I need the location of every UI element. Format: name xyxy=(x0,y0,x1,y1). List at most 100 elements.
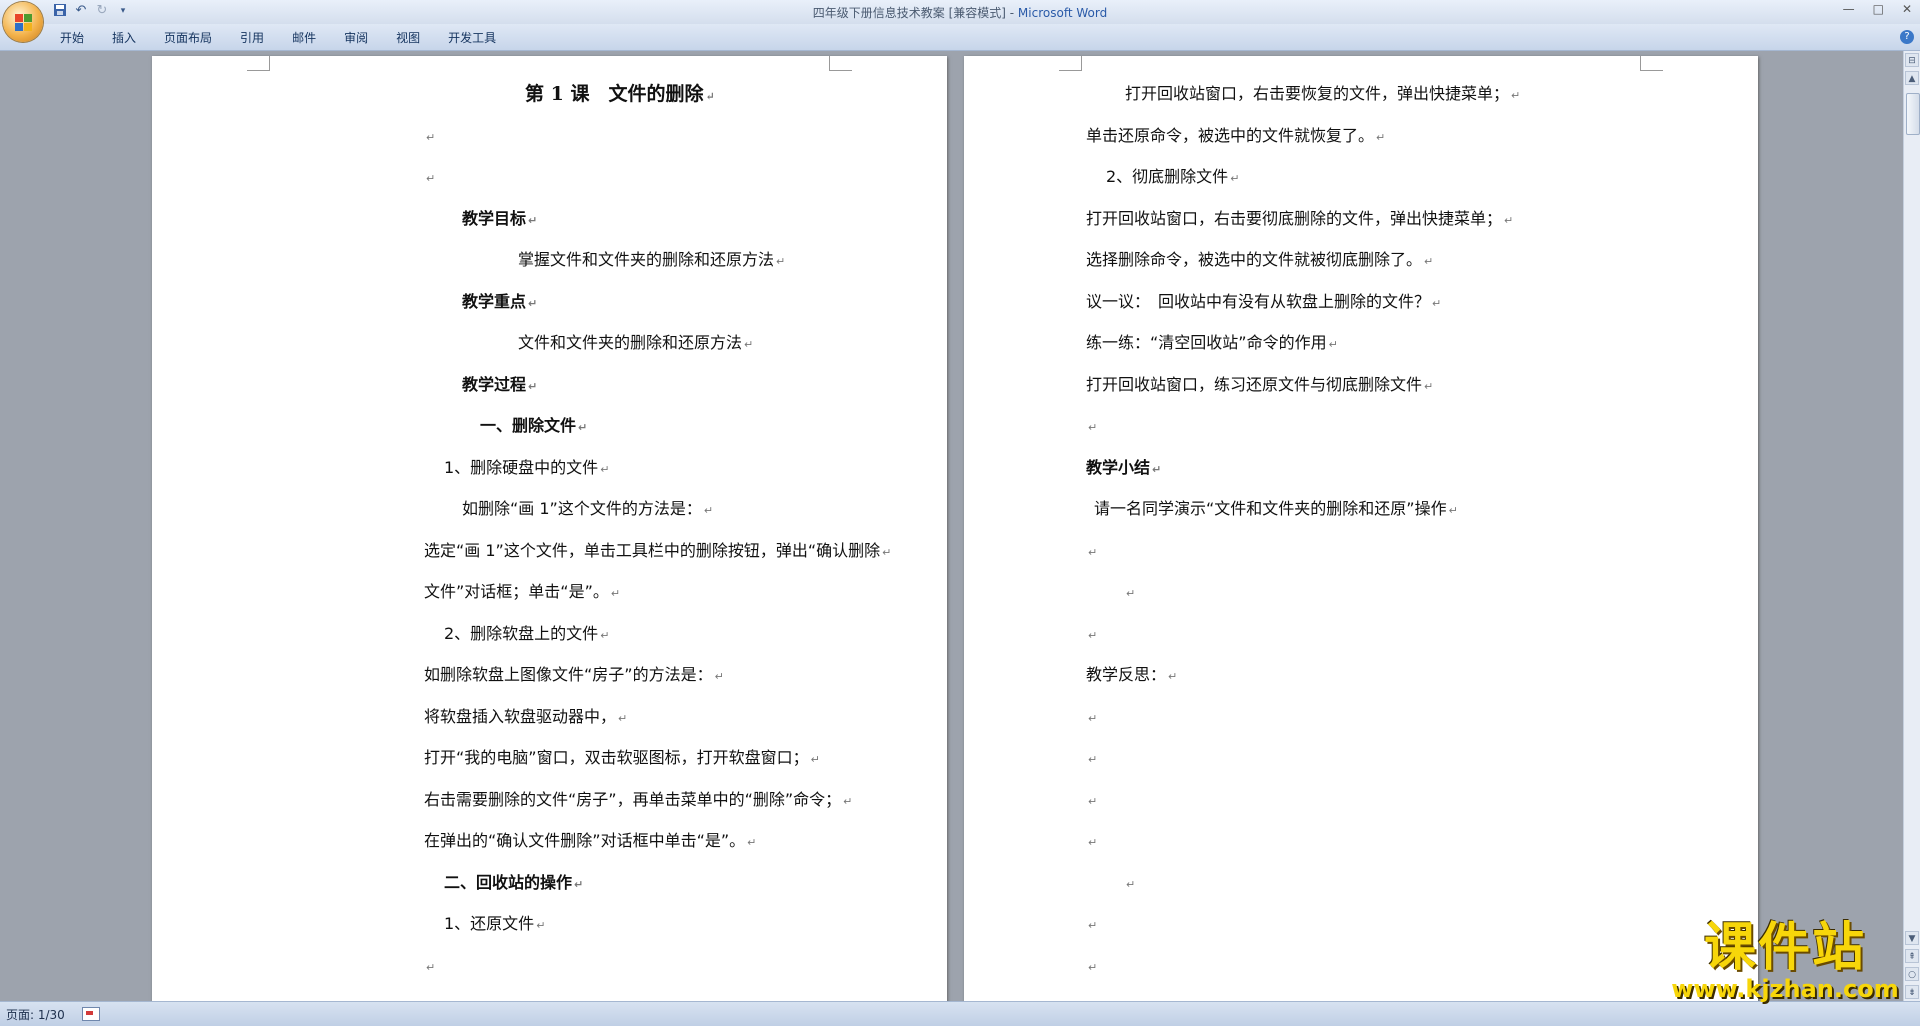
paragraph-mark-icon: ↵ xyxy=(882,545,892,559)
document-page-1[interactable]: 第 1 课 文件的删除 ↵ ↵ ↵ 教学目标 ↵ 掌握文件和文件夹的删除和还原方法 ↵ 教学重点… xyxy=(152,56,947,1016)
tab-view[interactable]: 视图 xyxy=(382,29,434,47)
paragraph-line[interactable]: 1、删除硬盘中的文件 ↵ xyxy=(444,457,609,481)
paragraph-line[interactable]: 打开“我的电脑”窗口，双击软驱图标，打开软盘窗口； ↵ xyxy=(424,747,820,771)
paragraph-line[interactable]: 打开回收站窗口，右击要恢复的文件，弹出快捷菜单； ↵ xyxy=(1125,83,1520,107)
paragraph-line[interactable]: ↵ xyxy=(424,955,435,979)
tab-review[interactable]: 审阅 xyxy=(330,29,382,47)
window-controls: — □ ✕ xyxy=(1843,2,1912,16)
margin-corner-mark xyxy=(1059,56,1082,71)
paragraph-text: 打开“我的电脑”窗口，双击软驱图标，打开软盘窗口； xyxy=(424,748,809,767)
paragraph-line[interactable]: ↵ xyxy=(1086,747,1097,771)
tab-references[interactable]: 引用 xyxy=(226,29,278,47)
paragraph-line[interactable]: 文件”对话框；单击“是”。 ↵ xyxy=(424,581,620,605)
ruler-toggle-icon[interactable]: ⊟ xyxy=(1905,53,1919,67)
paragraph-text: 打开回收站窗口，练习还原文件与彻底删除文件 xyxy=(1086,374,1423,394)
paragraph-line[interactable]: 选定“画 1”这个文件，单击工具栏中的删除按钮，弹出“确认删除 ↵ xyxy=(424,540,891,564)
paragraph-line[interactable]: 打开回收站窗口，练习还原文件与彻底删除文件 ↵ xyxy=(1086,374,1433,398)
paragraph-text: 教学反思： xyxy=(1086,665,1167,684)
paragraph-mark-icon: ↵ xyxy=(714,670,724,683)
paragraph-line[interactable]: ↵ xyxy=(1086,913,1097,937)
paragraph-mark-icon: ↵ xyxy=(810,753,820,766)
watermark-logo: 课件站 www.kjzhan.com xyxy=(1665,920,1905,1002)
paragraph-line[interactable]: ↵ xyxy=(1086,415,1097,439)
paragraph-line[interactable]: 教学目标 ↵ xyxy=(462,208,537,232)
paragraph-mark-icon: ↵ xyxy=(1328,338,1338,351)
paragraph-line[interactable]: 二、回收站的操作 ↵ xyxy=(444,872,583,896)
paragraph-text: 二、回收站的操作 xyxy=(444,872,573,892)
paragraph-text: 议一议： 回收站中有没有从软盘上删除的文件？ xyxy=(1086,291,1431,311)
scroll-down-icon[interactable]: ▼ xyxy=(1905,931,1919,945)
close-button[interactable]: ✕ xyxy=(1902,2,1912,16)
proofing-icon[interactable] xyxy=(82,1007,100,1021)
tab-page-layout[interactable]: 页面布局 xyxy=(150,29,226,47)
paragraph-line[interactable]: 将软盘插入软盘驱动器中， ↵ xyxy=(424,706,627,730)
paragraph-line[interactable]: 选择删除命令，被选中的文件就被彻底删除了。 ↵ xyxy=(1086,249,1433,273)
paragraph-line[interactable]: ↵ xyxy=(424,125,435,149)
help-icon[interactable]: ? xyxy=(1900,30,1914,44)
maximize-button[interactable]: □ xyxy=(1873,2,1884,16)
paragraph-line[interactable]: ↵ xyxy=(1124,872,1135,896)
paragraph-line[interactable]: 文件和文件夹的删除和还原方法 ↵ xyxy=(518,332,753,356)
page-count[interactable]: 页面: 1/30 xyxy=(6,1006,65,1023)
previous-page-icon[interactable]: ⇞ xyxy=(1905,949,1919,963)
paragraph-line[interactable]: 2、删除软盘上的文件 ↵ xyxy=(444,623,609,647)
paragraph-line[interactable]: 议一议： 回收站中有没有从软盘上删除的文件？ ↵ xyxy=(1086,291,1441,315)
paragraph-line[interactable]: 一、删除文件 ↵ xyxy=(480,415,587,439)
paragraph-mark-icon: ↵ xyxy=(426,172,436,185)
paragraph-text: 2、彻底删除文件 xyxy=(1106,167,1229,186)
paragraph-mark-icon: ↵ xyxy=(1088,628,1098,642)
document-page-2[interactable]: 打开回收站窗口，右击要恢复的文件，弹出快捷菜单； ↵ 单击还原命令，被选中的文件就恢… xyxy=(964,56,1758,1016)
paragraph-line[interactable]: ↵ xyxy=(1086,789,1097,813)
select-browse-object-icon[interactable]: ○ xyxy=(1905,967,1919,981)
tab-mailings[interactable]: 邮件 xyxy=(278,29,330,47)
paragraph-line[interactable]: 练一练：“清空回收站”命令的作用 ↵ xyxy=(1086,332,1338,356)
paragraph-line[interactable]: ↵ xyxy=(424,166,435,190)
paragraph-text: 打开回收站窗口，右击要彻底删除的文件，弹出快捷菜单； xyxy=(1086,208,1503,228)
paragraph-line[interactable]: ↵ xyxy=(1086,540,1097,564)
paragraph-line[interactable]: 1、还原文件 ↵ xyxy=(444,913,545,937)
paragraph-text: 右击需要删除的文件“房子”，再单击菜单中的“删除”命令； xyxy=(424,789,842,809)
paragraph-text: 如删除软盘上图像文件“房子”的方法是： xyxy=(424,665,713,684)
paragraph-line[interactable]: ↵ xyxy=(1086,706,1097,730)
paragraph-line[interactable]: ↵ xyxy=(1086,955,1097,979)
paragraph-line[interactable]: 掌握文件和文件夹的删除和还原方法 ↵ xyxy=(518,249,785,273)
office-button[interactable] xyxy=(3,2,43,42)
paragraph-mark-icon: ↵ xyxy=(426,960,436,974)
tab-developer[interactable]: 开发工具 xyxy=(434,29,510,47)
paragraph-line[interactable]: 教学反思： ↵ xyxy=(1086,664,1177,688)
paragraph-line[interactable]: 请一名同学演示“文件和文件夹的删除和还原”操作 ↵ xyxy=(1094,498,1458,522)
paragraph-text: 请一名同学演示“文件和文件夹的删除和还原”操作 xyxy=(1094,499,1447,518)
document-heading[interactable]: 第 1 课 文件的删除 ↵ xyxy=(525,83,715,108)
paragraph-line[interactable]: 右击需要删除的文件“房子”，再单击菜单中的“删除”命令； ↵ xyxy=(424,789,852,813)
next-page-icon[interactable]: ⇟ xyxy=(1905,985,1919,999)
paragraph-line[interactable]: ↵ xyxy=(1086,830,1097,854)
paragraph-line[interactable]: 打开回收站窗口，右击要彻底删除的文件，弹出快捷菜单； ↵ xyxy=(1086,208,1513,232)
scrollbar-thumb[interactable] xyxy=(1906,93,1920,135)
paragraph-mark-icon: ↵ xyxy=(574,877,584,891)
paragraph-line[interactable]: 教学小结 ↵ xyxy=(1086,457,1161,481)
paragraph-line[interactable]: 如删除软盘上图像文件“房子”的方法是： ↵ xyxy=(424,664,724,688)
paragraph-mark-icon: ↵ xyxy=(600,462,610,476)
paragraph-line[interactable]: 单击还原命令，被选中的文件就恢复了。 ↵ xyxy=(1086,125,1385,149)
paragraph-line[interactable]: 如删除“画 1”这个文件的方法是： ↵ xyxy=(462,498,713,522)
paragraph-line[interactable]: 教学重点 ↵ xyxy=(462,291,537,315)
paragraph-text: 一、删除文件 xyxy=(480,416,577,435)
scroll-up-icon[interactable]: ▲ xyxy=(1905,71,1919,85)
vertical-scrollbar[interactable]: ⊟ ▲ ▼ ⇞ ○ ⇟ xyxy=(1903,51,1920,1001)
paragraph-mark-icon: ↵ xyxy=(1126,587,1136,600)
minimize-button[interactable]: — xyxy=(1843,2,1855,16)
paragraph-line[interactable]: ↵ xyxy=(1124,581,1135,605)
office-logo-icon xyxy=(14,13,32,31)
paragraph-mark-icon: ↵ xyxy=(747,836,757,849)
ribbon-tabs: 开始 插入 页面布局 引用 邮件 审阅 视图 开发工具 xyxy=(46,29,510,47)
paragraph-mark-icon: ↵ xyxy=(1424,379,1434,393)
paragraph-line[interactable]: 2、彻底删除文件 ↵ xyxy=(1106,166,1239,190)
paragraph-line[interactable]: 在弹出的“确认文件删除”对话框中单击“是”。 ↵ xyxy=(424,830,756,854)
tab-insert[interactable]: 插入 xyxy=(98,29,150,47)
document-area[interactable]: 第 1 课 文件的删除 ↵ ↵ ↵ 教学目标 ↵ 掌握文件和文件夹的删除和还原方法 ↵ 教学重点… xyxy=(0,51,1904,1016)
ribbon: 开始 插入 页面布局 引用 邮件 审阅 视图 开发工具 ? xyxy=(0,24,1920,51)
paragraph-line[interactable]: 教学过程 ↵ xyxy=(462,374,537,398)
tab-home[interactable]: 开始 xyxy=(46,29,98,47)
paragraph-line[interactable]: ↵ xyxy=(1086,623,1097,647)
paragraph-mark-icon: ↵ xyxy=(1088,836,1098,849)
